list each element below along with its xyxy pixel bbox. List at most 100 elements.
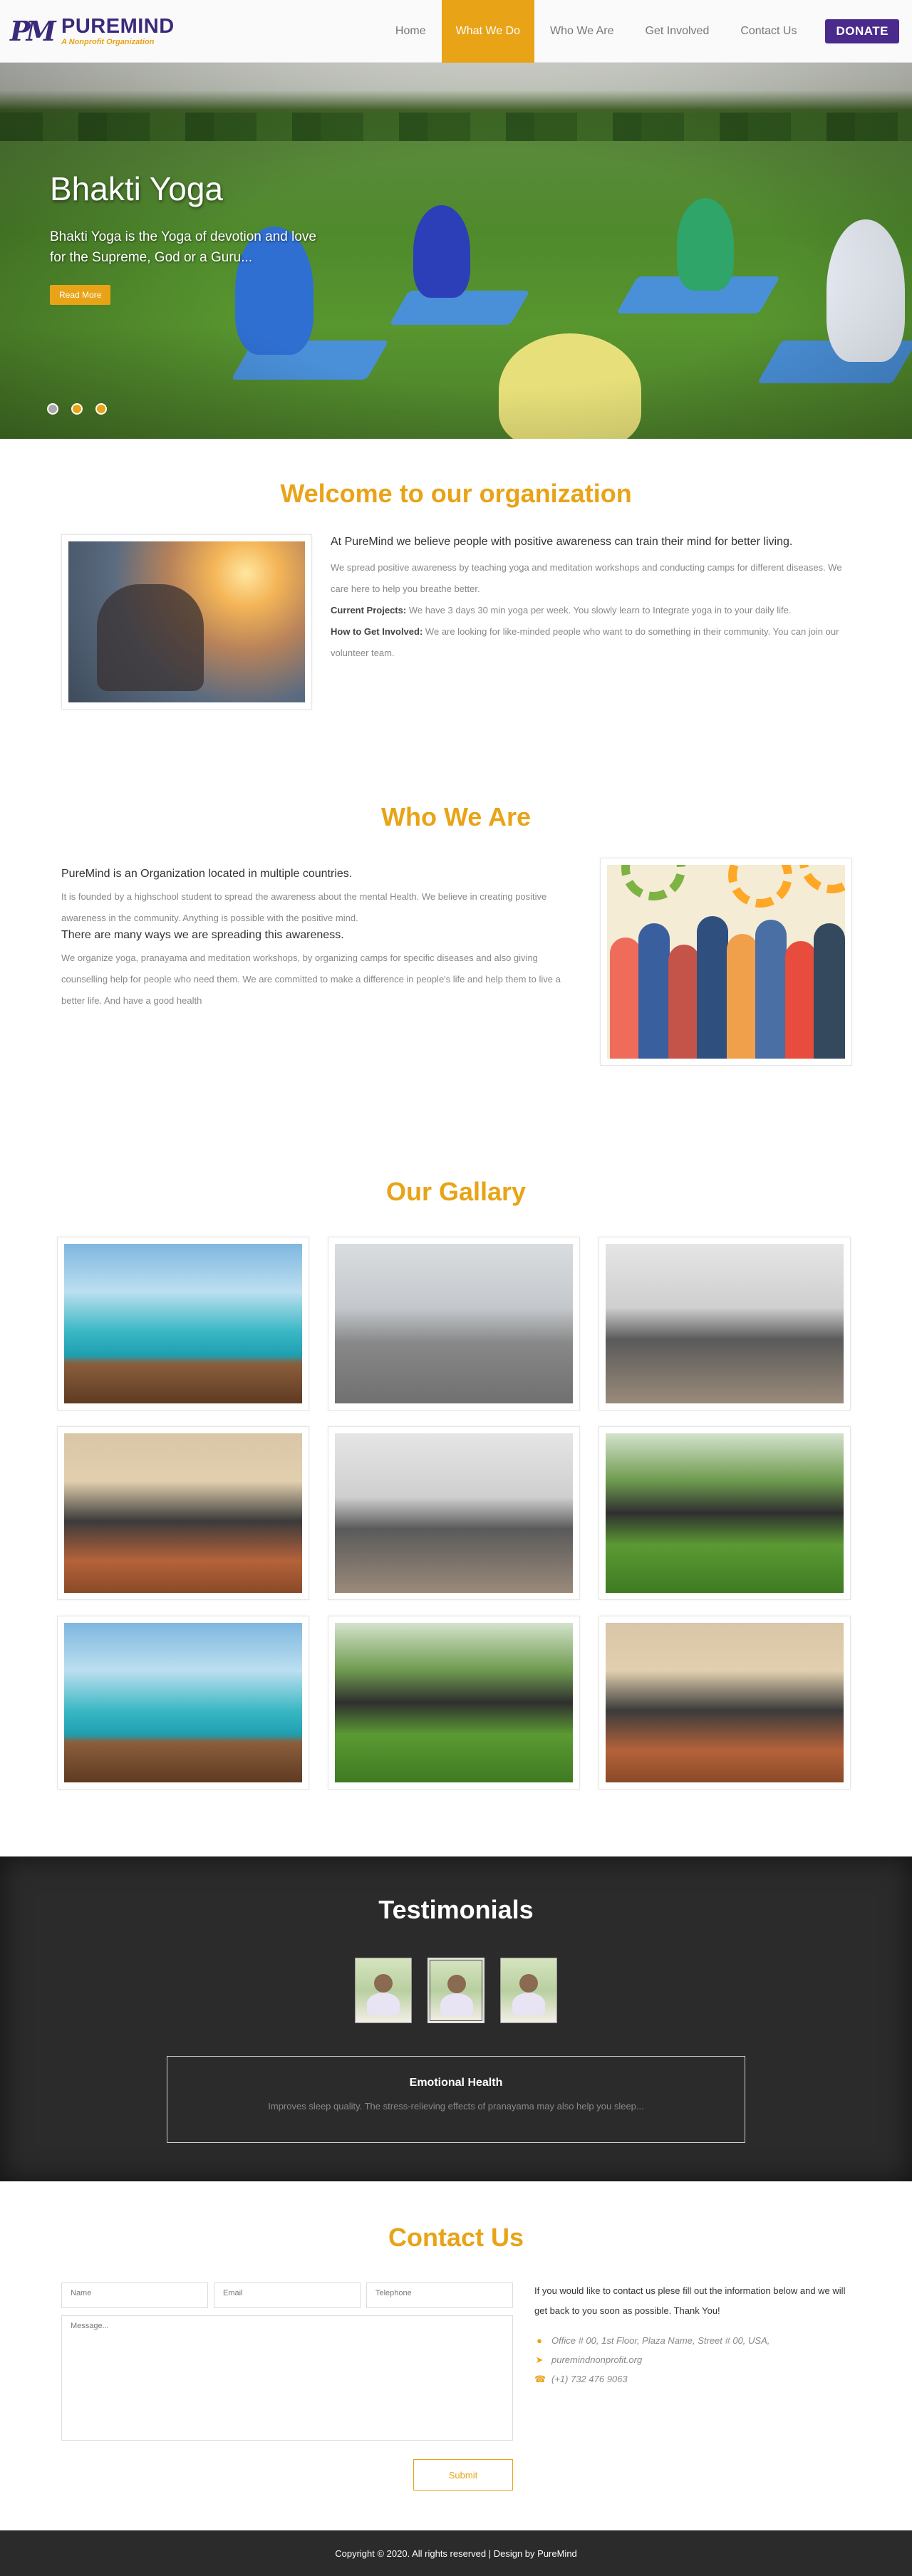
gallery-item[interactable]	[57, 1426, 309, 1600]
gallery-image	[64, 1623, 302, 1782]
meditation-image	[68, 541, 305, 702]
message-textarea[interactable]: Message...	[61, 2315, 513, 2441]
logo[interactable]: PM PUREMIND A Nonprofit Organization	[10, 11, 175, 51]
welcome-text: At PureMind we believe people with posit…	[331, 536, 851, 664]
person-figure	[814, 923, 845, 1059]
welcome-section: Welcome to our organization At PureMind …	[0, 439, 912, 798]
person-figure	[610, 938, 641, 1059]
hero-title: Bhakti Yoga	[50, 170, 224, 207]
nav-home[interactable]: Home	[380, 0, 442, 63]
gallery-image	[335, 1623, 573, 1782]
website-text: puremindnonprofit.org	[551, 2354, 643, 2365]
projects-text: We have 3 days 30 min yoga per week. You…	[406, 605, 792, 616]
testimonial-card: Emotional Health Improves sleep quality.…	[167, 2056, 745, 2143]
welcome-projects: Current Projects: We have 3 days 30 min …	[331, 600, 851, 621]
welcome-lead: At PureMind we believe people with posit…	[331, 536, 793, 548]
who-section: Who We Are PureMind is an Organization l…	[0, 798, 912, 1177]
gear-icon	[799, 865, 845, 893]
testimonial-avatars	[0, 1958, 912, 2023]
logo-text: PUREMIND A Nonprofit Organization	[61, 16, 175, 47]
person-figure	[638, 923, 670, 1059]
who-lead-2: There are many ways we are spreading thi…	[61, 929, 344, 941]
contact-website[interactable]: ➤ puremindnonprofit.org	[534, 2350, 855, 2369]
who-lead-1: PureMind is an Organization located in m…	[61, 868, 353, 880]
testimonial-quote: Improves sleep quality. The stress-relie…	[268, 2101, 644, 2112]
send-icon: ➤	[535, 2354, 544, 2365]
gallery-image	[606, 1433, 844, 1593]
welcome-image-frame	[61, 534, 312, 710]
slider-dot-3[interactable]	[95, 403, 107, 415]
gallery-item[interactable]	[57, 1616, 309, 1790]
contact-section: Contact Us Name Email Telephone Message.…	[0, 2181, 912, 2530]
email-input[interactable]: Email	[214, 2282, 361, 2308]
slider-dot-2[interactable]	[71, 403, 83, 415]
nav-get-involved[interactable]: Get Involved	[630, 0, 725, 63]
map-pin-icon: ●	[537, 2335, 542, 2346]
gallery-section: Our Gallary	[0, 1177, 912, 1856]
testimonial-heading: Emotional Health	[409, 2077, 503, 2089]
gallery-image	[606, 1623, 844, 1782]
gallery-item[interactable]	[328, 1237, 580, 1411]
welcome-body: We spread positive awareness by teaching…	[331, 562, 842, 594]
contact-title: Contact Us	[388, 2223, 524, 2252]
testimonials-section: Testimonials Emotional Health Improves s…	[0, 1856, 912, 2181]
slider-dot-1[interactable]	[47, 403, 58, 415]
nav-what-we-do[interactable]: What We Do	[441, 0, 534, 63]
person-figure	[668, 945, 700, 1059]
site-header: PM PUREMIND A Nonprofit Organization Hom…	[0, 0, 912, 63]
gallery-image	[335, 1244, 573, 1403]
site-footer: Copyright © 2020. All rights reserved | …	[0, 2530, 912, 2576]
person-figure	[727, 934, 758, 1059]
team-illustration	[607, 865, 845, 1059]
projects-label: Current Projects:	[331, 605, 407, 616]
person-figure	[697, 916, 728, 1059]
person-figure	[785, 941, 817, 1059]
gallery-item[interactable]	[328, 1616, 580, 1790]
testimonial-avatar-3[interactable]	[500, 1958, 557, 2023]
gallery-item[interactable]	[598, 1616, 851, 1790]
telephone-input[interactable]: Telephone	[366, 2282, 513, 2308]
nav-contact-us[interactable]: Contact Us	[725, 0, 812, 63]
contact-phone[interactable]: ☎ (+1) 732 476 9063	[534, 2369, 855, 2389]
address-text: Office # 00, 1st Floor, Plaza Name, Stre…	[551, 2335, 770, 2346]
gallery-image	[335, 1433, 573, 1593]
who-text: PureMind is an Organization located in m…	[61, 868, 581, 1012]
contact-address: ● Office # 00, 1st Floor, Plaza Name, St…	[534, 2331, 855, 2350]
phone-icon: ☎	[534, 2374, 546, 2384]
gallery-item[interactable]	[598, 1426, 851, 1600]
name-input[interactable]: Name	[61, 2282, 208, 2308]
copyright-text: Copyright © 2020. All rights reserved | …	[335, 2548, 577, 2559]
brand-tagline: A Nonprofit Organization	[61, 37, 155, 46]
testimonial-avatar-1[interactable]	[355, 1958, 412, 2023]
gallery-item[interactable]	[598, 1237, 851, 1411]
read-more-button[interactable]: Read More	[50, 285, 111, 305]
donate-wrap: DONATE	[812, 0, 899, 63]
donate-button[interactable]: DONATE	[825, 19, 899, 43]
welcome-involve: How to Get Involved: We are looking for …	[331, 621, 851, 664]
hero-subtitle: Bhakti Yoga is the Yoga of devotion and …	[50, 229, 316, 265]
who-title: Who We Are	[380, 802, 531, 831]
contact-info: If you would like to contact us plese fi…	[534, 2281, 855, 2389]
submit-button[interactable]: Submit	[413, 2459, 513, 2491]
slider-dots	[47, 403, 107, 415]
contact-intro: If you would like to contact us plese fi…	[534, 2285, 846, 2316]
phone-text: (+1) 732 476 9063	[551, 2374, 628, 2384]
logo-mark: PM	[10, 14, 56, 47]
who-body-2: We organize yoga, pranayama and meditati…	[61, 952, 561, 1006]
who-body-1: It is founded by a highschool student to…	[61, 891, 547, 923]
brand-name: PUREMIND	[61, 14, 175, 38]
gallery-item[interactable]	[328, 1426, 580, 1600]
gallery-image	[606, 1244, 844, 1403]
nav-who-we-are[interactable]: Who We Are	[534, 0, 630, 63]
welcome-title: Welcome to our organization	[280, 479, 632, 508]
testimonials-title: Testimonials	[378, 1895, 534, 1924]
involve-label: How to Get Involved:	[331, 626, 423, 637]
gear-icon	[621, 865, 685, 900]
gallery-item[interactable]	[57, 1237, 309, 1411]
testimonial-avatar-2[interactable]	[428, 1958, 484, 2023]
person-figure	[755, 920, 787, 1059]
gear-icon	[728, 865, 792, 908]
gallery-image	[64, 1244, 302, 1403]
gallery-image	[64, 1433, 302, 1593]
hero-slider: Bhakti Yoga Bhakti Yoga is the Yoga of d…	[0, 63, 912, 439]
